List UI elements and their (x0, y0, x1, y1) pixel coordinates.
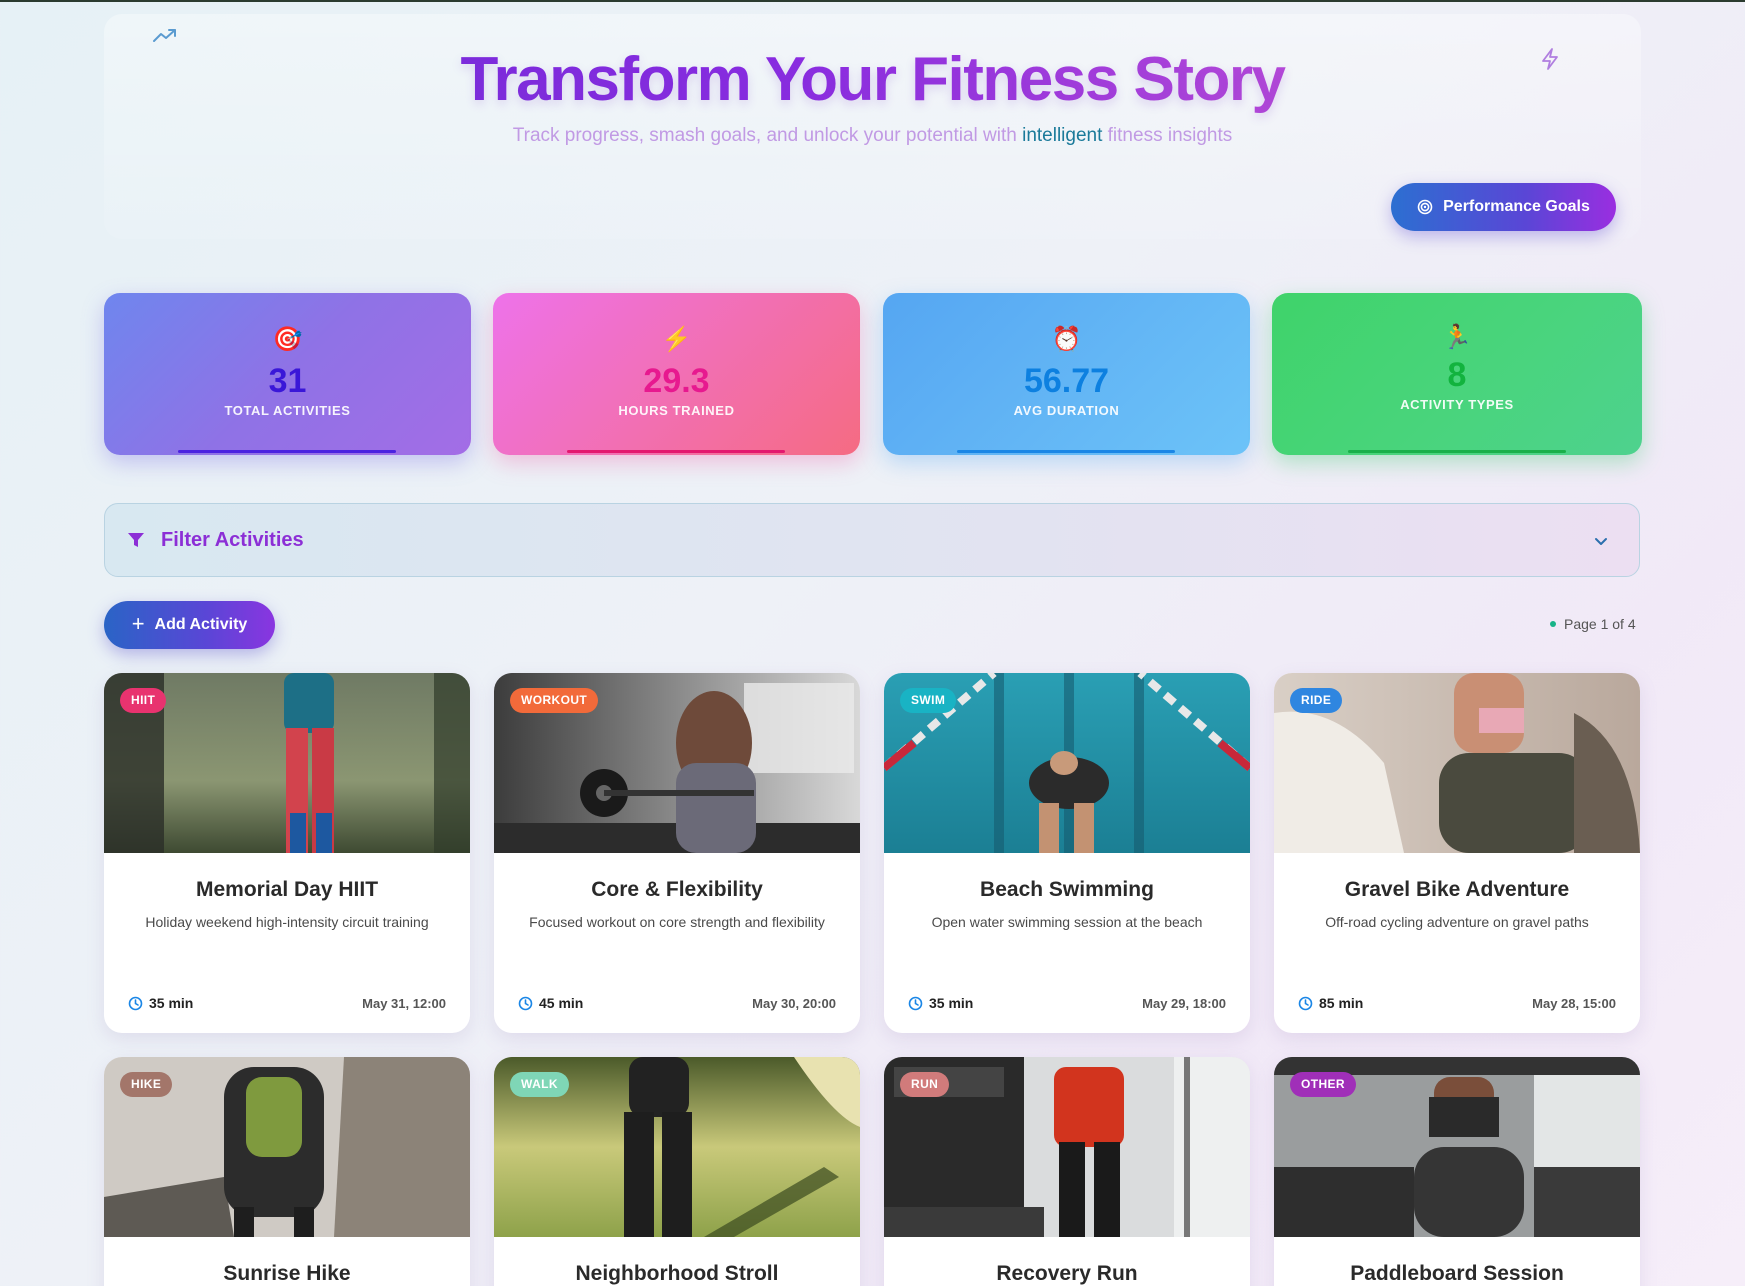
stat-card-activity-types: 🏃 8 ACTIVITY TYPES (1272, 293, 1642, 455)
duration-value: 45 min (539, 995, 584, 1011)
activity-title: Core & Flexibility (591, 878, 763, 901)
stat-card-total-activities: 🎯 31 TOTAL ACTIVITIES (104, 293, 471, 455)
target-icon (1417, 199, 1433, 215)
stat-accent-bar (178, 450, 396, 453)
add-activity-button[interactable]: + Add Activity (104, 601, 275, 649)
activity-photo: HIIT (104, 673, 470, 853)
add-activity-label: Add Activity (154, 616, 248, 633)
activity-card[interactable]: WORKOUT Core & Flexibility Focused worko… (494, 673, 860, 1033)
activity-photo: OTHER (1274, 1057, 1640, 1237)
target-emoji-icon: 🎯 (272, 326, 303, 353)
performance-goals-label: Performance Goals (1443, 198, 1590, 215)
activity-photo: RIDE (1274, 673, 1640, 853)
activity-description: Holiday weekend high-intensity circuit t… (145, 914, 429, 930)
clock-icon (518, 996, 533, 1010)
activity-photo: WORKOUT (494, 673, 860, 853)
stat-label: TOTAL ACTIVITIES (224, 403, 351, 418)
activity-photo: SWIM (884, 673, 1250, 853)
subtitle-text-start: Track progress, smash goals, and unlock … (512, 125, 1023, 146)
stat-value: 56.77 (1023, 362, 1110, 400)
page-indicator-text: Page 1 of 4 (1564, 616, 1636, 632)
activity-card[interactable]: SWIM Beach Swimming Open water swimming … (884, 673, 1250, 1033)
stat-label: ACTIVITY TYPES (1400, 397, 1514, 412)
filter-icon (128, 533, 144, 547)
activity-type-badge: HIKE (120, 1072, 173, 1097)
activity-title: Neighborhood Stroll (575, 1262, 779, 1285)
activity-card[interactable]: HIIT Memorial Day HIIT Holiday weekend h… (104, 673, 470, 1033)
activity-date: May 28, 15:00 (1532, 995, 1616, 1011)
activity-type-badge: WORKOUT (510, 688, 599, 713)
activity-date: May 30, 20:00 (752, 995, 836, 1011)
activity-type-badge: RIDE (1290, 688, 1343, 713)
filter-activities-label: Filter Activities (161, 528, 304, 551)
activity-photo: WALK (494, 1057, 860, 1237)
stat-label: AVG DURATION (1013, 403, 1120, 418)
activity-card[interactable]: HIKE Sunrise Hike (104, 1057, 470, 1286)
activity-duration: 35 min (908, 995, 973, 1011)
clock-icon (1298, 996, 1313, 1010)
stat-accent-bar (957, 450, 1175, 453)
activity-duration: 85 min (1298, 995, 1363, 1011)
performance-goals-button[interactable]: Performance Goals (1391, 183, 1616, 231)
subtitle-highlight: intelligent (1022, 125, 1103, 146)
clock-icon (908, 996, 923, 1010)
activity-type-badge: OTHER (1290, 1072, 1356, 1097)
stat-card-avg-duration: ⏰ 56.77 AVG DURATION (883, 293, 1250, 455)
lightning-emoji-icon: ⚡ (661, 326, 692, 353)
activity-title: Sunrise Hike (223, 1262, 351, 1285)
stat-accent-bar (1348, 450, 1566, 453)
stat-card-hours-trained: ⚡ 29.3 HOURS TRAINED (493, 293, 860, 455)
activity-title: Beach Swimming (980, 878, 1154, 901)
runner-emoji-icon: 🏃 (1442, 324, 1472, 351)
activity-description: Focused workout on core strength and fle… (529, 914, 825, 930)
activity-type-badge: WALK (510, 1072, 569, 1097)
activity-description: Off-road cycling adventure on gravel pat… (1325, 914, 1589, 930)
activity-type-badge: HIIT (120, 688, 167, 713)
clock-icon (128, 996, 143, 1010)
activity-duration: 35 min (128, 995, 193, 1011)
activity-card[interactable]: RUN Recovery Run (884, 1057, 1250, 1286)
alarm-clock-emoji-icon: ⏰ (1051, 326, 1082, 353)
activity-title: Memorial Day HIIT (195, 878, 379, 901)
activity-type-badge: RUN (900, 1072, 950, 1097)
trending-up-icon (153, 29, 176, 42)
activity-photo: HIKE (104, 1057, 470, 1237)
filter-activities-toggle[interactable]: Filter Activities (104, 503, 1640, 577)
stat-value: 31 (268, 362, 307, 400)
activity-date: May 31, 12:00 (362, 995, 446, 1011)
stat-value: 8 (1447, 356, 1467, 394)
duration-value: 35 min (929, 995, 974, 1011)
page-subtitle: Track progress, smash goals, and unlock … (0, 125, 1745, 147)
activity-title: Gravel Bike Adventure (1344, 878, 1570, 901)
window-top-border (0, 0, 1745, 2)
status-dot (1550, 621, 1556, 627)
duration-value: 85 min (1319, 995, 1364, 1011)
activity-card[interactable]: WALK Neighborhood Stroll (494, 1057, 860, 1286)
plus-icon: + (131, 611, 145, 636)
activity-duration: 45 min (518, 995, 583, 1011)
stat-label: HOURS TRAINED (618, 403, 735, 418)
duration-value: 35 min (149, 995, 194, 1011)
subtitle-text-end: fitness insights (1102, 125, 1233, 146)
chevron-down-icon (1595, 538, 1607, 545)
page-title: Transform Your Fitness Story (0, 44, 1745, 115)
activity-description: Open water swimming session at the beach (931, 914, 1203, 930)
activity-title: Paddleboard Session (1350, 1262, 1564, 1285)
activity-type-badge: SWIM (900, 688, 957, 713)
activity-title: Recovery Run (996, 1262, 1138, 1285)
page-indicator: Page 1 of 4 (1550, 616, 1636, 632)
activity-date: May 29, 18:00 (1142, 995, 1226, 1011)
stat-accent-bar (567, 450, 785, 453)
activity-card[interactable]: RIDE Gravel Bike Adventure Off-road cycl… (1274, 673, 1640, 1033)
activity-photo: RUN (884, 1057, 1250, 1237)
stat-value: 29.3 (643, 362, 710, 400)
activity-card[interactable]: OTHER Paddleboard Session (1274, 1057, 1640, 1286)
